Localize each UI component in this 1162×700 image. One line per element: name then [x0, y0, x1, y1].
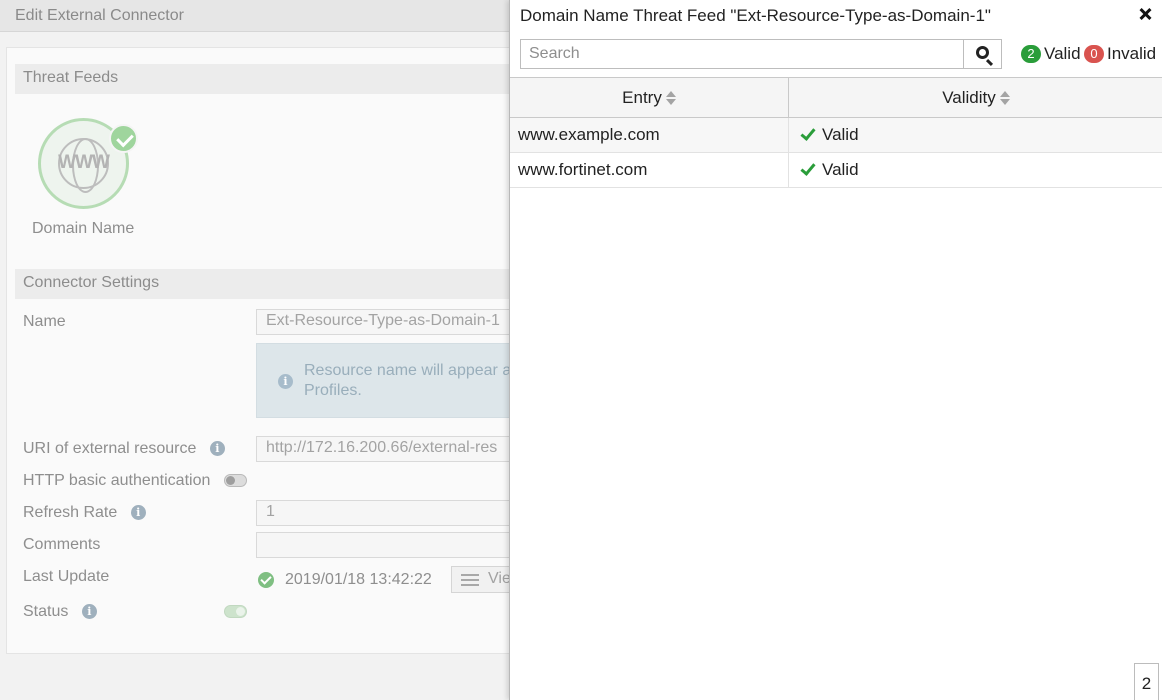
- column-header-validity-label: Validity: [942, 88, 996, 107]
- column-header-entry-label: Entry: [622, 88, 662, 107]
- search-icon: [976, 46, 989, 59]
- table-row[interactable]: www.example.com Valid: [510, 118, 1162, 153]
- refresh-rate-info-icon[interactable]: i: [130, 505, 146, 520]
- connector-settings-section-title: Connector Settings: [23, 274, 160, 291]
- close-icon[interactable]: [1134, 4, 1156, 26]
- status-label-text: Status: [23, 603, 69, 620]
- entry-cell: www.example.com: [510, 118, 789, 152]
- page-title: Edit External Connector: [15, 7, 184, 24]
- check-circle-icon: [109, 124, 138, 153]
- check-icon: [799, 162, 815, 176]
- name-label: Name: [23, 313, 66, 330]
- check-icon: [799, 127, 815, 141]
- entry-cell: www.fortinet.com: [510, 153, 789, 187]
- status-info-icon[interactable]: i: [81, 604, 97, 619]
- invalid-count-label: Invalid: [1107, 44, 1157, 63]
- list-icon: [461, 574, 479, 586]
- validity-cell: Valid: [789, 118, 859, 152]
- page-number[interactable]: 2: [1134, 663, 1159, 700]
- table-header: Entry Validity: [510, 77, 1162, 118]
- sort-icon: [665, 91, 676, 105]
- status-label: Status i: [23, 603, 97, 621]
- http-auth-toggle[interactable]: [224, 474, 247, 487]
- http-auth-label: HTTP basic authentication: [23, 472, 211, 489]
- refresh-rate-label-text: Refresh Rate: [23, 504, 118, 521]
- status-toggle[interactable]: [224, 605, 247, 618]
- valid-count-badge: 2: [1021, 45, 1041, 63]
- entries-table: Entry Validity www.example.com Valid www…: [510, 77, 1162, 188]
- validity-text: Valid: [822, 160, 859, 179]
- column-header-entry[interactable]: Entry: [510, 78, 789, 118]
- table-row[interactable]: www.fortinet.com Valid: [510, 153, 1162, 188]
- refresh-rate-label: Refresh Rate i: [23, 504, 146, 522]
- validity-cell: Valid: [789, 153, 859, 187]
- info-message-text: Resource name will appear a Profiles.: [304, 362, 512, 399]
- sort-icon: [999, 91, 1010, 105]
- uri-info-icon[interactable]: i: [209, 441, 225, 456]
- view-entries-button-label: Vie: [488, 570, 511, 587]
- uri-label-text: URI of external resource: [23, 440, 197, 457]
- feed-type-label: Domain Name: [32, 220, 135, 237]
- update-success-icon: [258, 572, 274, 588]
- last-update-label: Last Update: [23, 568, 110, 585]
- www-text: WWW: [58, 152, 110, 173]
- threat-feed-entries-panel: Domain Name Threat Feed "Ext-Resource-Ty…: [509, 0, 1162, 700]
- search-button[interactable]: [963, 39, 1002, 69]
- last-update-value: 2019/01/18 13:42:22: [285, 571, 432, 588]
- info-icon: i: [278, 374, 293, 389]
- panel-title: Domain Name Threat Feed "Ext-Resource-Ty…: [520, 6, 991, 25]
- column-header-validity[interactable]: Validity: [789, 78, 1162, 118]
- connector-settings-section-header: Connector Settings: [15, 269, 535, 299]
- comments-label: Comments: [23, 536, 101, 553]
- validity-text: Valid: [822, 125, 859, 144]
- search-input[interactable]: [520, 39, 964, 69]
- threat-feeds-section-header: Threat Feeds: [15, 64, 535, 94]
- threat-feeds-section-title: Threat Feeds: [23, 69, 119, 86]
- uri-label: URI of external resource i: [23, 440, 225, 458]
- invalid-count-badge: 0: [1084, 45, 1104, 63]
- valid-count-label: Valid: [1044, 44, 1081, 63]
